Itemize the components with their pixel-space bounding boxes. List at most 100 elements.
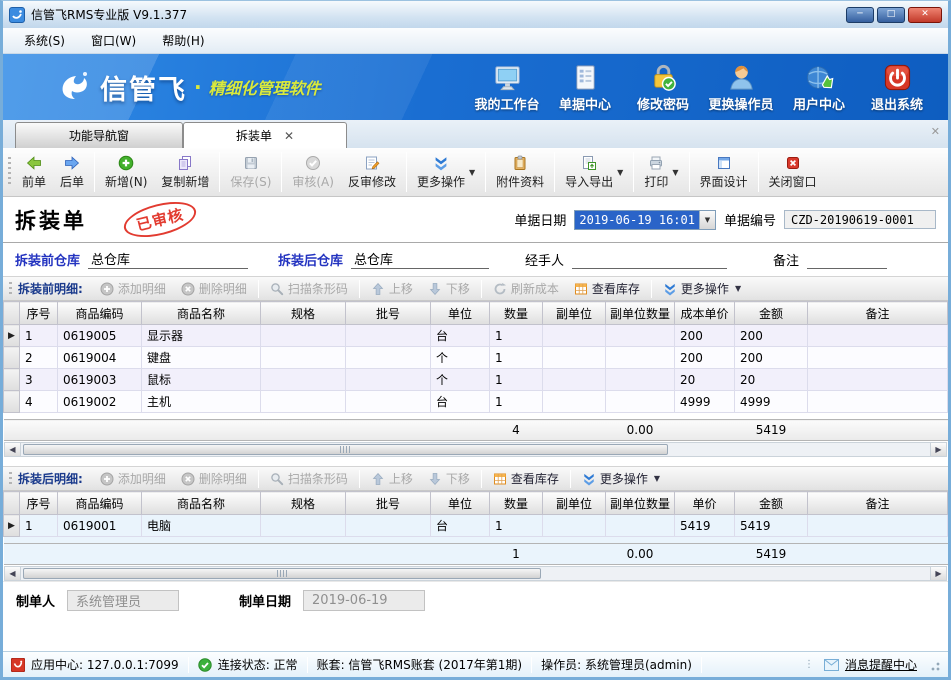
table-cell[interactable]: 20 [735, 369, 808, 391]
banner-nav-user-center[interactable]: 用户中心 [780, 62, 858, 113]
detail-after-view-stock-button[interactable]: 查看库存 [487, 468, 565, 489]
column-header[interactable]: 单位 [431, 302, 490, 325]
table-row[interactable]: ▶10619001电脑台154195419 [4, 515, 948, 537]
handler-field[interactable] [572, 250, 727, 269]
table-cell[interactable]: 0619001 [58, 515, 142, 537]
table-row[interactable]: 30619003鼠标个12020 [4, 369, 948, 391]
row-selector-cell[interactable] [4, 347, 20, 369]
table-cell[interactable] [543, 391, 606, 413]
table-cell[interactable]: 4 [20, 391, 58, 413]
table-row[interactable]: 40619002主机台149994999 [4, 391, 948, 413]
table-cell[interactable] [261, 515, 346, 537]
table-cell[interactable]: 键盘 [142, 347, 261, 369]
table-cell[interactable]: 4999 [675, 391, 735, 413]
table-cell[interactable]: 台 [431, 515, 490, 537]
table-cell[interactable]: 电脑 [142, 515, 261, 537]
prev-doc-button[interactable]: 前单 [15, 152, 53, 193]
column-header[interactable]: 规格 [261, 302, 346, 325]
column-header[interactable]: 副单位数量 [606, 302, 675, 325]
menu-item-2[interactable]: 帮助(H) [149, 29, 217, 52]
column-header[interactable]: 备注 [808, 302, 948, 325]
close-button[interactable]: ✕ [908, 7, 942, 23]
table-cell[interactable]: 5419 [735, 515, 808, 537]
column-header[interactable]: 金额 [735, 492, 808, 515]
scrollbar-thumb[interactable] [23, 444, 668, 455]
banner-nav-exit-system[interactable]: 退出系统 [858, 62, 936, 113]
table-cell[interactable]: 显示器 [142, 325, 261, 347]
table-cell[interactable]: 2 [20, 347, 58, 369]
scrollbar-track[interactable] [21, 567, 930, 580]
table-cell[interactable] [543, 515, 606, 537]
close-window-button[interactable]: 关闭窗口 [762, 152, 824, 193]
column-header[interactable]: 单位 [431, 492, 490, 515]
banner-nav-change-password[interactable]: 修改密码 [624, 62, 702, 113]
table-cell[interactable] [346, 347, 431, 369]
table-row[interactable]: 20619004键盘个1200200 [4, 347, 948, 369]
scroll-right-arrow-icon[interactable]: ▶ [930, 443, 946, 456]
table-cell[interactable] [808, 325, 948, 347]
table-cell[interactable] [606, 347, 675, 369]
row-selector-cell[interactable]: ▶ [4, 325, 20, 347]
table-cell[interactable]: 鼠标 [142, 369, 261, 391]
table-cell[interactable] [606, 391, 675, 413]
table-cell[interactable]: 1 [490, 325, 543, 347]
tab-function-nav[interactable]: 功能导航窗 [15, 122, 183, 148]
import-export-button[interactable]: 导入导出▼ [558, 152, 630, 193]
table-cell[interactable]: 200 [735, 325, 808, 347]
doc-date-input[interactable]: 2019-06-19 16:01 ▼ [574, 210, 716, 230]
column-header[interactable]: 副单位 [543, 492, 606, 515]
scrollbar-thumb[interactable] [23, 568, 541, 579]
detail-before-view-stock-button[interactable]: 查看库存 [568, 278, 646, 299]
chevron-down-icon[interactable]: ▼ [469, 168, 475, 177]
resize-grip-icon[interactable] [928, 659, 940, 671]
ui-design-button[interactable]: 界面设计 [693, 152, 755, 193]
table-cell[interactable]: 台 [431, 391, 490, 413]
table-cell[interactable] [808, 515, 948, 537]
chevron-down-icon[interactable]: ▼ [617, 168, 623, 177]
scroll-left-arrow-icon[interactable]: ◀ [5, 567, 21, 580]
table-cell[interactable] [543, 325, 606, 347]
column-header[interactable]: 副单位 [543, 302, 606, 325]
detail-after-more-ops-button[interactable]: 更多操作▼ [576, 468, 666, 489]
table-cell[interactable] [346, 515, 431, 537]
scrollbar-track[interactable] [21, 443, 930, 456]
table-cell[interactable]: 1 [490, 347, 543, 369]
remark-field[interactable] [807, 250, 887, 269]
table-cell[interactable]: 1 [490, 515, 543, 537]
column-header[interactable]: 批号 [346, 492, 431, 515]
table-cell[interactable]: 1 [20, 515, 58, 537]
table-cell[interactable]: 个 [431, 369, 490, 391]
tabstrip-close-icon[interactable] [931, 125, 940, 138]
column-header[interactable]: 商品编码 [58, 492, 142, 515]
warehouse-after-field[interactable]: 总仓库 [351, 250, 489, 269]
column-header[interactable]: 副单位数量 [606, 492, 675, 515]
print-button[interactable]: 打印▼ [637, 152, 685, 193]
column-header[interactable]: 成本单价 [675, 302, 735, 325]
column-header[interactable]: 商品名称 [142, 492, 261, 515]
copy-new-button[interactable]: 复制新增 [154, 152, 216, 193]
scroll-right-arrow-icon[interactable]: ▶ [930, 567, 946, 580]
banner-nav-change-operator[interactable]: 更换操作员 [702, 62, 780, 113]
detail-after-hscrollbar[interactable]: ◀▶ [4, 566, 947, 581]
table-cell[interactable] [261, 391, 346, 413]
unaudit-button[interactable]: 反审修改 [341, 152, 403, 193]
table-cell[interactable]: 1 [490, 391, 543, 413]
scroll-left-arrow-icon[interactable]: ◀ [5, 443, 21, 456]
column-header[interactable]: 序号 [20, 492, 58, 515]
detail-before-more-ops-button[interactable]: 更多操作▼ [657, 278, 747, 299]
banner-nav-doc-center[interactable]: 单据中心 [546, 62, 624, 113]
table-cell[interactable]: 个 [431, 347, 490, 369]
table-cell[interactable]: 0619002 [58, 391, 142, 413]
banner-nav-workbench[interactable]: 我的工作台 [468, 62, 546, 113]
add-new-button[interactable]: 新增(N) [98, 152, 154, 193]
chevron-down-icon[interactable]: ▼ [672, 168, 678, 177]
table-cell[interactable] [346, 369, 431, 391]
table-cell[interactable] [261, 369, 346, 391]
column-header[interactable]: 商品名称 [142, 302, 261, 325]
column-header[interactable]: 序号 [20, 302, 58, 325]
table-cell[interactable] [606, 325, 675, 347]
menu-item-1[interactable]: 窗口(W) [78, 29, 149, 52]
minimize-button[interactable]: ─ [846, 7, 874, 23]
table-cell[interactable] [261, 347, 346, 369]
table-cell[interactable] [543, 347, 606, 369]
